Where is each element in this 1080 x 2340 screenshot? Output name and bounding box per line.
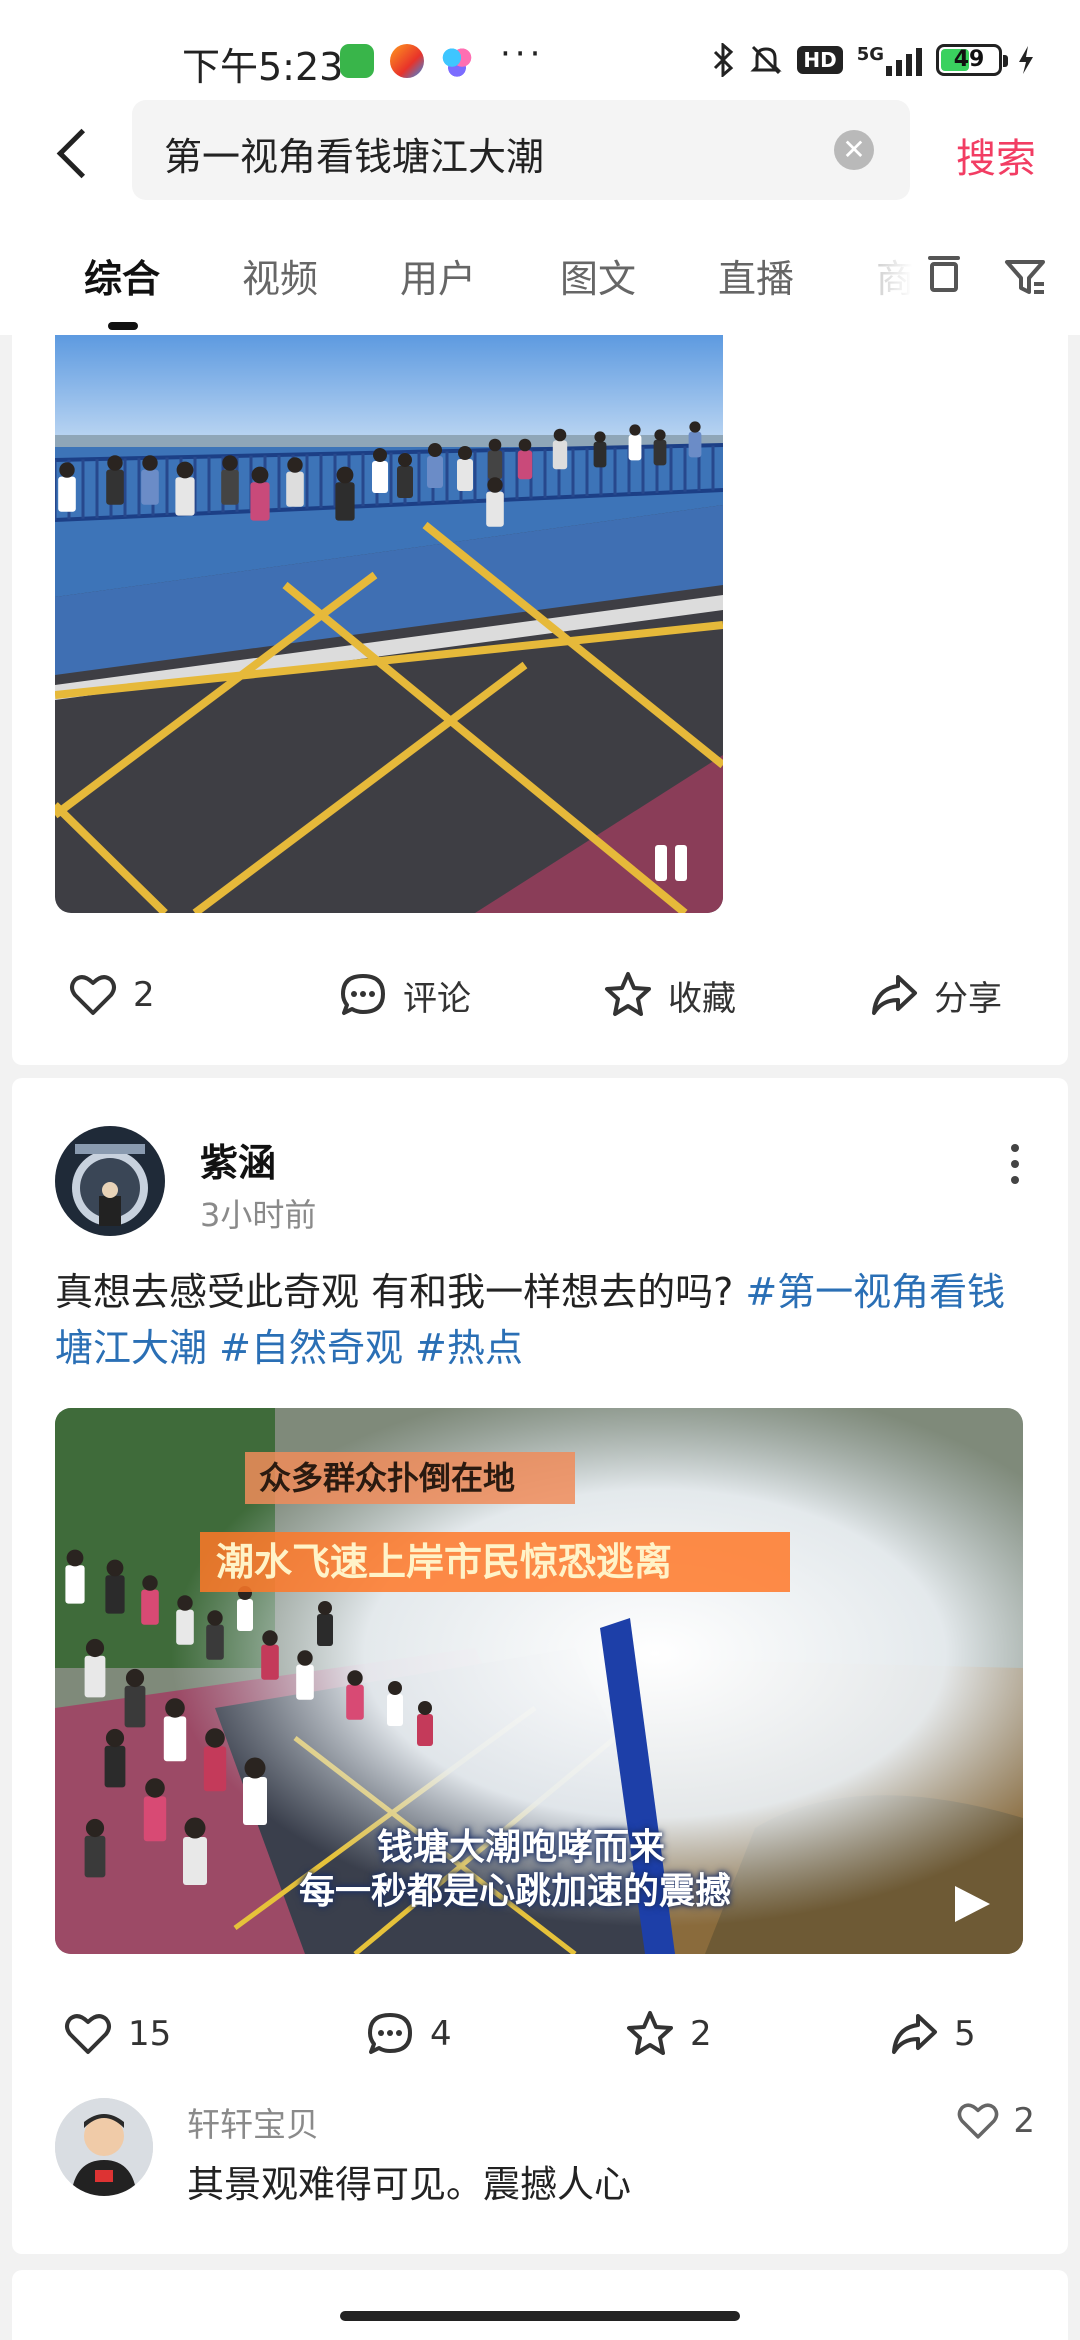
post-actions: 15 4 2 5: [12, 2004, 1068, 2064]
share-icon: [872, 975, 917, 1015]
filter-icon[interactable]: [1002, 254, 1048, 300]
comment-like-count: 2: [1013, 2101, 1035, 2141]
signal-icon: 5G: [857, 44, 922, 76]
back-button[interactable]: [48, 118, 108, 188]
video-caption: 众多群众扑倒在地: [245, 1452, 575, 1504]
heart-icon: [65, 2014, 111, 2054]
post-card: 2 评论 收藏 分享: [12, 335, 1068, 1065]
post-time: 3小时前: [200, 1196, 317, 1234]
comment-button[interactable]: 评论: [337, 965, 471, 1025]
mute-bell-icon: [749, 43, 783, 77]
comment-button[interactable]: 4: [364, 2004, 452, 2064]
clear-search-icon[interactable]: ✕: [834, 130, 874, 170]
home-indicator[interactable]: [340, 2311, 740, 2321]
heart-icon: [958, 2103, 999, 2139]
tab-image-text[interactable]: 图文: [560, 248, 636, 303]
like-button[interactable]: 15: [62, 2004, 171, 2064]
star-icon: [627, 2011, 673, 2055]
author-avatar[interactable]: [55, 1126, 165, 1236]
status-time: 下午5:23: [182, 45, 344, 89]
like-count: 2: [133, 975, 155, 1015]
comment-count: 4: [430, 2014, 452, 2054]
search-button[interactable]: 搜索: [956, 126, 1036, 184]
result-tabs: 综合 视频 用户 图文 直播 商: [0, 210, 1080, 335]
video-caption: 潮水飞速上岸市民惊恐逃离: [200, 1532, 790, 1592]
video-thumbnail[interactable]: [55, 335, 723, 913]
charging-icon: [1016, 44, 1036, 76]
post-card: 紫涵 3小时前 真想去感受此奇观 有和我一样想去的吗? #第一视角看钱塘江大潮 …: [12, 1078, 1068, 2254]
bluetooth-icon: [711, 43, 735, 77]
app-notification-icon: [340, 44, 374, 78]
favorite-label: 收藏: [668, 978, 736, 1019]
comment-text: 其景观难得可见。震撼人心: [187, 2163, 631, 2206]
favorite-button[interactable]: 2: [624, 2004, 712, 2064]
post-card: [12, 2270, 1068, 2340]
battery-level: 49: [953, 47, 985, 72]
top-comment[interactable]: 轩轩宝贝 其景观难得可见。震撼人心 2: [55, 2098, 1035, 2218]
hashtag-link[interactable]: #热点: [415, 1326, 523, 1370]
commenter-name[interactable]: 轩轩宝贝: [187, 2098, 319, 2146]
comment-icon: [341, 974, 385, 1015]
share-button[interactable]: 分享: [868, 965, 1002, 1025]
like-count: 15: [128, 2014, 172, 2054]
video-caption: 钱塘大潮咆哮而来: [377, 1826, 666, 1868]
app-notification-icon: [440, 44, 474, 78]
comment-label: 评论: [403, 978, 471, 1019]
favorite-count: 2: [690, 2014, 712, 2054]
network-type: 5G: [856, 44, 884, 65]
tab-all[interactable]: 综合: [84, 248, 160, 303]
tab-video[interactable]: 视频: [242, 248, 318, 303]
comment-icon: [368, 2013, 412, 2054]
share-count: 5: [954, 2014, 976, 2054]
status-bar: 下午5:23 ··· HD 5G 49: [0, 0, 1080, 100]
share-label: 分享: [934, 978, 1002, 1019]
post-actions: 2 评论 收藏 分享: [12, 965, 1068, 1025]
hd-icon: HD: [797, 46, 843, 74]
favorite-button[interactable]: 收藏: [602, 965, 736, 1025]
author-name[interactable]: 紫涵: [200, 1132, 276, 1187]
post-body: 真想去感受此奇观 有和我一样想去的吗?: [55, 1270, 734, 1314]
more-notifications-icon: ···: [500, 34, 545, 74]
tab-users[interactable]: 用户: [400, 248, 476, 303]
layout-switch-icon[interactable]: [922, 254, 968, 300]
app-notification-icon: [390, 44, 424, 78]
battery-icon: 49: [936, 44, 1008, 76]
share-button[interactable]: 5: [888, 2004, 976, 2064]
search-header: 第一视角看钱塘江大潮 ✕ 搜索: [0, 100, 1080, 210]
heart-icon: [70, 975, 116, 1015]
search-input[interactable]: 第一视角看钱塘江大潮 ✕: [132, 100, 910, 200]
search-query[interactable]: 第一视角看钱塘江大潮: [164, 126, 544, 181]
star-icon: [605, 972, 651, 1016]
active-tab-indicator: [108, 322, 138, 330]
share-icon: [892, 2014, 937, 2054]
comment-like-button[interactable]: 2: [955, 2098, 1035, 2144]
post-author: 紫涵 3小时前: [55, 1126, 1035, 1242]
video-thumbnail[interactable]: 众多群众扑倒在地 潮水飞速上岸市民惊恐逃离 钱塘大潮咆哮而来 每一秒都是心跳加速…: [55, 1408, 1023, 1954]
hashtag-link[interactable]: #自然奇观: [219, 1326, 403, 1370]
commenter-avatar[interactable]: [55, 2098, 153, 2196]
video-caption: 每一秒都是心跳加速的震撼: [299, 1870, 732, 1912]
tab-live[interactable]: 直播: [718, 248, 794, 303]
like-button[interactable]: 2: [67, 965, 155, 1025]
more-options-icon[interactable]: [995, 1134, 1035, 1194]
post-text: 真想去感受此奇观 有和我一样想去的吗? #第一视角看钱塘江大潮 #自然奇观 #热…: [55, 1264, 1023, 1376]
